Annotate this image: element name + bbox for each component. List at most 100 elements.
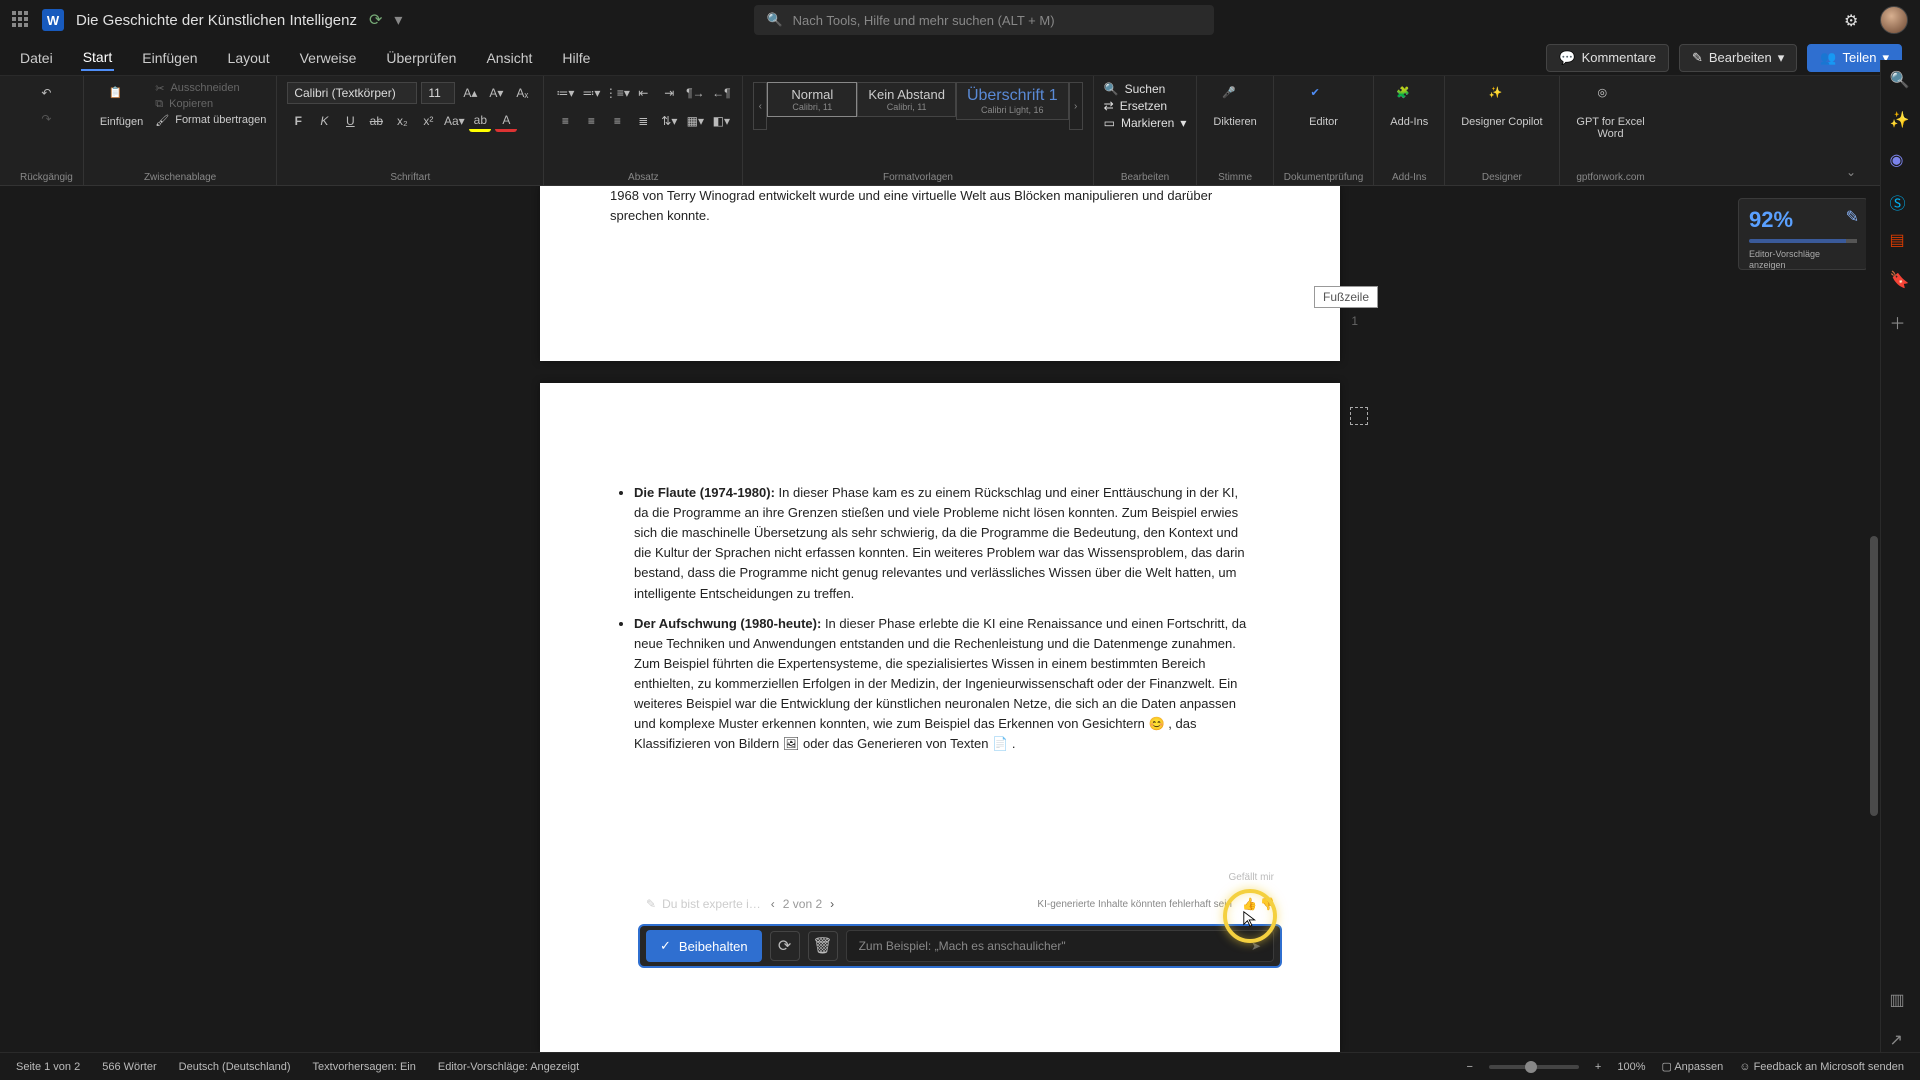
tab-einfuegen[interactable]: Einfügen (140, 46, 199, 70)
thumbs-up-icon[interactable]: 👍 (1242, 897, 1256, 911)
addins-button[interactable]: 🧩Add-Ins (1384, 82, 1434, 132)
zoom-in-button[interactable]: + (1595, 1061, 1601, 1073)
underline-button[interactable]: U (339, 110, 361, 132)
style-normal[interactable]: NormalCalibri, 11 (767, 82, 857, 117)
status-editor[interactable]: Editor-Vorschläge: Angezeigt (438, 1061, 579, 1073)
numbering-button[interactable]: ≕▾ (580, 82, 602, 104)
pager-prev-button[interactable]: ‹ (771, 897, 775, 911)
zoom-slider[interactable] (1489, 1065, 1579, 1069)
style-heading1[interactable]: Überschrift 1Calibri Light, 16 (956, 82, 1069, 120)
cut-button[interactable]: ✂Ausschneiden (155, 82, 266, 95)
multilevel-button[interactable]: ⋮≡▾ (606, 82, 628, 104)
bold-button[interactable]: F (287, 110, 309, 132)
keep-button[interactable]: ✓Beibehalten (646, 930, 762, 962)
shading-button[interactable]: ◧▾ (710, 110, 732, 132)
tab-datei[interactable]: Datei (18, 46, 55, 70)
pager-next-button[interactable]: › (830, 897, 834, 911)
edit-mode-button[interactable]: ✎Bearbeiten▾ (1679, 44, 1797, 72)
vertical-scrollbar[interactable] (1866, 186, 1880, 1052)
outdent-button[interactable]: ⇤ (632, 82, 654, 104)
editor-score-panel[interactable]: 92% ✎ Editor-Vorschläge anzeigen (1738, 198, 1868, 270)
copilot-icon[interactable]: ✨ (1890, 110, 1912, 132)
right-rail: 🔍 ✨ ◉ Ⓢ ▤ 🔖 ＋ ▥ ↗ (1880, 60, 1920, 1052)
case-button[interactable]: Aa▾ (443, 110, 465, 132)
line-spacing-button[interactable]: ⇅▾ (658, 110, 680, 132)
send-icon[interactable]: ➤ (1251, 939, 1261, 953)
find-button[interactable]: 🔍Suchen (1104, 82, 1166, 96)
font-family-input[interactable] (287, 82, 417, 104)
document-title[interactable]: Die Geschichte der Künstlichen Intellige… (76, 12, 357, 29)
align-center-button[interactable]: ≡ (580, 110, 602, 132)
zoom-level[interactable]: 100% (1617, 1061, 1645, 1073)
search-icon[interactable]: 🔍 (1890, 70, 1912, 92)
regenerate-button[interactable]: ⟳ (770, 931, 800, 961)
indent-button[interactable]: ⇥ (658, 82, 680, 104)
comments-button[interactable]: 💬Kommentare (1546, 44, 1669, 72)
redo-button[interactable]: ↷ (35, 108, 57, 130)
zoom-out-button[interactable]: − (1466, 1061, 1472, 1073)
settings-icon[interactable]: ⚙ (1844, 11, 1862, 29)
footer-label[interactable]: Fußzeile (1314, 286, 1378, 308)
tab-ueberpruefen[interactable]: Überprüfen (384, 46, 458, 70)
status-language[interactable]: Deutsch (Deutschland) (179, 1061, 291, 1073)
header-area-icon[interactable] (1350, 407, 1368, 425)
clear-format-button[interactable]: Aₓ (511, 82, 533, 104)
ribbon-collapse-button[interactable]: ⌄ (1846, 165, 1856, 179)
editor-button[interactable]: ✔Editor (1303, 82, 1344, 132)
plus-icon[interactable]: ＋ (1890, 310, 1912, 332)
skype-icon[interactable]: Ⓢ (1890, 190, 1912, 212)
style-no-spacing[interactable]: Kein AbstandCalibri, 11 (857, 82, 956, 117)
tab-start[interactable]: Start (81, 45, 115, 71)
tab-verweise[interactable]: Verweise (298, 46, 359, 70)
feed-icon[interactable]: ▤ (1890, 230, 1912, 252)
subscript-button[interactable]: x₂ (391, 110, 413, 132)
status-predictions[interactable]: Textvorhersagen: Ein (313, 1061, 416, 1073)
grow-font-button[interactable]: A▴ (459, 82, 481, 104)
styles-next-button[interactable]: › (1069, 82, 1083, 130)
select-button[interactable]: ▭Markieren▾ (1104, 116, 1187, 130)
status-words[interactable]: 566 Wörter (102, 1061, 156, 1073)
panel-icon[interactable]: ▥ (1890, 990, 1912, 1012)
superscript-button[interactable]: x² (417, 110, 439, 132)
highlight-button[interactable]: ab (469, 110, 491, 132)
ltr-button[interactable]: ¶→ (684, 82, 706, 104)
font-size-input[interactable] (421, 82, 455, 104)
format-painter-button[interactable]: 🖌Format übertragen (155, 114, 266, 127)
gpt-button[interactable]: ◎GPT for Excel Word (1570, 82, 1652, 144)
user-avatar[interactable] (1880, 6, 1908, 34)
fit-button[interactable]: ▢ Anpassen (1662, 1060, 1724, 1073)
tab-hilfe[interactable]: Hilfe (560, 46, 592, 70)
designer-copilot-button[interactable]: ✨Designer Copilot (1455, 82, 1548, 132)
italic-button[interactable]: K (313, 110, 335, 132)
copy-button[interactable]: ⧉Kopieren (155, 98, 266, 111)
tab-layout[interactable]: Layout (226, 46, 272, 70)
chevron-down-icon[interactable]: ▾ (394, 10, 402, 30)
external-icon[interactable]: ↗ (1890, 1030, 1912, 1052)
undo-button[interactable]: ↶ (35, 82, 57, 104)
align-right-button[interactable]: ≡ (606, 110, 628, 132)
feedback-button[interactable]: ☺ Feedback an Microsoft senden (1739, 1061, 1904, 1073)
teams-icon[interactable]: ◉ (1890, 150, 1912, 172)
paste-button[interactable]: 📋Einfügen (94, 82, 149, 132)
replace-button[interactable]: ⇄Ersetzen (1104, 99, 1167, 113)
justify-button[interactable]: ≣ (632, 110, 654, 132)
tab-ansicht[interactable]: Ansicht (484, 46, 534, 70)
search-input[interactable]: 🔍 Nach Tools, Hilfe und mehr suchen (ALT… (754, 5, 1214, 35)
shrink-font-button[interactable]: A▾ (485, 82, 507, 104)
copilot-placeholder: Zum Beispiel: „Mach es anschaulicher" (859, 939, 1066, 953)
bookmark-icon[interactable]: 🔖 (1890, 270, 1912, 292)
discard-button[interactable]: 🗑 (808, 931, 838, 961)
app-launcher-icon[interactable] (12, 11, 30, 29)
copilot-prompt-input[interactable]: Zum Beispiel: „Mach es anschaulicher" ➤ (846, 930, 1274, 962)
align-left-button[interactable]: ≡ (554, 110, 576, 132)
font-color-button[interactable]: A (495, 110, 517, 132)
strikethrough-button[interactable]: ab (365, 110, 387, 132)
prompt-chip[interactable]: ✎Du bist experte i… (646, 897, 761, 911)
styles-prev-button[interactable]: ‹ (753, 82, 767, 130)
status-page[interactable]: Seite 1 von 2 (16, 1061, 80, 1073)
thumbs-down-icon[interactable]: 👎 (1260, 897, 1274, 911)
bullets-button[interactable]: ≔▾ (554, 82, 576, 104)
rtl-button[interactable]: ←¶ (710, 82, 732, 104)
dictate-button[interactable]: 🎤Diktieren (1207, 82, 1262, 132)
borders-button[interactable]: ▦▾ (684, 110, 706, 132)
